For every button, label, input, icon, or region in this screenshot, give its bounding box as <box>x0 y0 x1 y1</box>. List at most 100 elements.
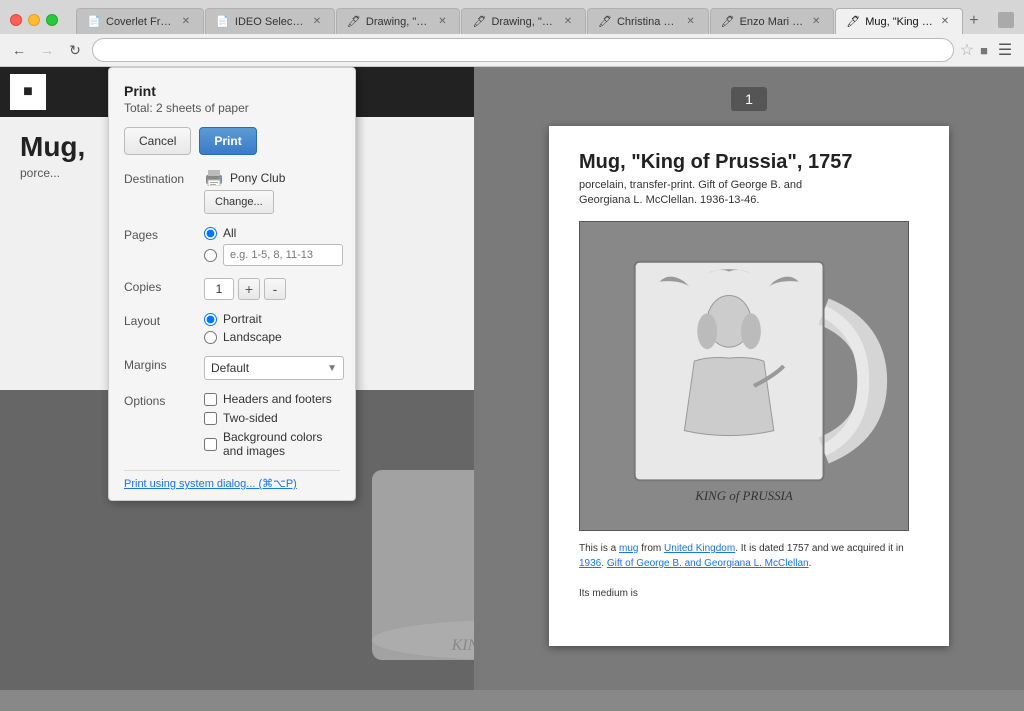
print-total-value: 2 sheets of paper <box>156 101 249 115</box>
preview-link-mug[interactable]: mug <box>619 543 638 554</box>
tab-ideo[interactable]: 📄 IDEO Selects: Works... ✕ <box>205 8 335 34</box>
tab-favicon-ideo: 📄 <box>216 15 230 29</box>
pages-row: Pages All <box>124 226 340 266</box>
preview-link-gift[interactable]: Gift of George B. and Georgiana L. McCle… <box>607 558 809 569</box>
reload-button[interactable]: ↻ <box>64 39 86 61</box>
browser-resize-button[interactable] <box>998 12 1014 28</box>
url-bar[interactable] <box>92 38 954 62</box>
extensions-icon[interactable]: ■ <box>980 43 988 58</box>
tab-close-enzo[interactable]: ✕ <box>809 15 823 29</box>
tab-enzo[interactable]: 🖊 Enzo Mari | People... ✕ <box>710 8 835 34</box>
preview-page: Mug, "King of Prussia", 1757 porcelain, … <box>549 126 949 646</box>
copies-label: Copies <box>124 278 204 294</box>
destination-row: Destination Pony Club Change... <box>124 170 340 214</box>
layout-landscape-label: Landscape <box>223 330 282 344</box>
layout-landscape-row: Landscape <box>204 330 340 344</box>
option-headers-row: Headers and footers <box>204 392 340 406</box>
layout-radio-group: Portrait Landscape <box>204 312 340 344</box>
layout-portrait-row: Portrait <box>204 312 340 326</box>
copies-increment-button[interactable]: + <box>238 278 260 300</box>
forward-button[interactable]: → <box>36 39 58 61</box>
copies-spinner: 1 + - <box>204 278 340 300</box>
pages-range-row <box>204 244 343 266</box>
svg-text:KING of PRUSSIA: KING of PRUSSIA <box>694 488 793 503</box>
layout-portrait-radio[interactable] <box>204 313 217 326</box>
layout-row: Layout Portrait Landscape <box>124 312 340 344</box>
tab-close-drawing2[interactable]: ✕ <box>561 15 575 29</box>
preview-article-desc: porcelain, transfer-print. Gift of Georg… <box>579 178 919 209</box>
print-dialog-title: Print <box>124 83 340 99</box>
preview-mug-svg: KING of PRUSSIA <box>580 221 908 531</box>
options-label: Options <box>124 392 204 408</box>
pages-all-radio[interactable] <box>204 227 217 240</box>
tab-label-mug: Mug, "King of Pruss... <box>865 16 933 28</box>
tab-label-coverlet: Coverlet Fragment, ... <box>106 16 174 28</box>
change-destination-button[interactable]: Change... <box>204 190 274 214</box>
tab-close-christina[interactable]: ✕ <box>684 15 698 29</box>
tab-close-drawing1[interactable]: ✕ <box>435 15 449 29</box>
navigation-bar: ← → ↻ ☆ ■ ☰ <box>0 34 1024 67</box>
cancel-button[interactable]: Cancel <box>124 127 191 155</box>
layout-landscape-radio[interactable] <box>204 331 217 344</box>
pages-all-label: All <box>223 226 236 240</box>
minimize-button[interactable] <box>28 14 40 26</box>
destination-label: Destination <box>124 170 204 186</box>
print-total-label: Total: <box>124 101 153 115</box>
preview-mug-image: KING of PRUSSIA <box>579 221 909 531</box>
new-tab-button[interactable]: + <box>966 8 982 34</box>
close-button[interactable] <box>10 14 22 26</box>
preview-text-3: . It is dated 1757 and we acquired it in <box>735 543 903 554</box>
maximize-button[interactable] <box>46 14 58 26</box>
tab-favicon-coverlet: 📄 <box>87 15 101 29</box>
tab-label-drawing1: Drawing, "House w... <box>366 16 431 28</box>
margins-value: Default <box>211 361 249 375</box>
copies-row: Copies 1 + - <box>124 278 340 300</box>
site-logo[interactable]: ■ <box>10 74 46 110</box>
tab-label-enzo: Enzo Mari | People... <box>740 16 805 28</box>
tab-close-coverlet[interactable]: ✕ <box>179 15 193 29</box>
print-button-row: Cancel Print <box>124 127 340 155</box>
options-list: Headers and footers Two-sided Background… <box>204 392 340 458</box>
print-button[interactable]: Print <box>199 127 256 155</box>
tab-close-mug[interactable]: ✕ <box>938 15 952 29</box>
option-background-checkbox[interactable] <box>204 438 217 451</box>
print-total: Total: 2 sheets of paper <box>124 101 340 115</box>
margins-label: Margins <box>124 356 204 372</box>
preview-article-title: Mug, "King of Prussia", 1757 <box>579 151 919 174</box>
tab-coverlet[interactable]: 📄 Coverlet Fragment, ... ✕ <box>76 8 204 34</box>
layout-control: Portrait Landscape <box>204 312 340 344</box>
system-dialog-link[interactable]: Print using system dialog... (⌘⌥P) <box>124 470 340 490</box>
menu-icon[interactable]: ☰ <box>994 39 1016 61</box>
tab-label-ideo: IDEO Selects: Works... <box>235 16 305 28</box>
option-background-row: Background colors and images <box>204 430 340 458</box>
tab-close-ideo[interactable]: ✕ <box>310 15 324 29</box>
tab-favicon-drawing2: 🖊 <box>472 15 486 29</box>
pages-range-radio[interactable] <box>204 249 217 262</box>
tab-christina[interactable]: 🖊 Christina Malman ... ✕ <box>587 8 709 34</box>
pages-range-input[interactable] <box>223 244 343 266</box>
copies-decrement-button[interactable]: - <box>264 278 286 300</box>
margins-control: Default ▼ <box>204 356 344 380</box>
tab-label-christina: Christina Malman ... <box>617 16 679 28</box>
back-button[interactable]: ← <box>8 39 30 61</box>
copies-value: 1 <box>204 278 234 300</box>
tab-favicon-christina: 🖊 <box>598 15 612 29</box>
preview-link-uk[interactable]: United Kingdom <box>664 543 735 554</box>
bookmark-star[interactable]: ☆ <box>960 40 974 60</box>
chevron-down-icon: ▼ <box>327 363 337 374</box>
tab-mug[interactable]: 🖊 Mug, "King of Pruss... ✕ <box>835 8 963 34</box>
preview-text-1: This is a <box>579 543 619 554</box>
margins-select[interactable]: Default ▼ <box>204 356 344 380</box>
option-headers-checkbox[interactable] <box>204 393 217 406</box>
layout-label: Layout <box>124 312 204 328</box>
preview-link-year[interactable]: 1936 <box>579 558 601 569</box>
pages-label: Pages <box>124 226 204 242</box>
tab-drawing2[interactable]: 🖊 Drawing, "House w... ✕ <box>461 8 586 34</box>
tab-favicon-enzo: 🖊 <box>721 15 735 29</box>
tab-drawing1[interactable]: 🖊 Drawing, "House w... ✕ <box>336 8 461 34</box>
pages-all-row: All <box>204 226 343 240</box>
preview-text-5: . <box>809 558 812 569</box>
option-twosided-checkbox[interactable] <box>204 412 217 425</box>
options-control: Headers and footers Two-sided Background… <box>204 392 340 458</box>
destination-name-row: Pony Club <box>204 170 340 186</box>
